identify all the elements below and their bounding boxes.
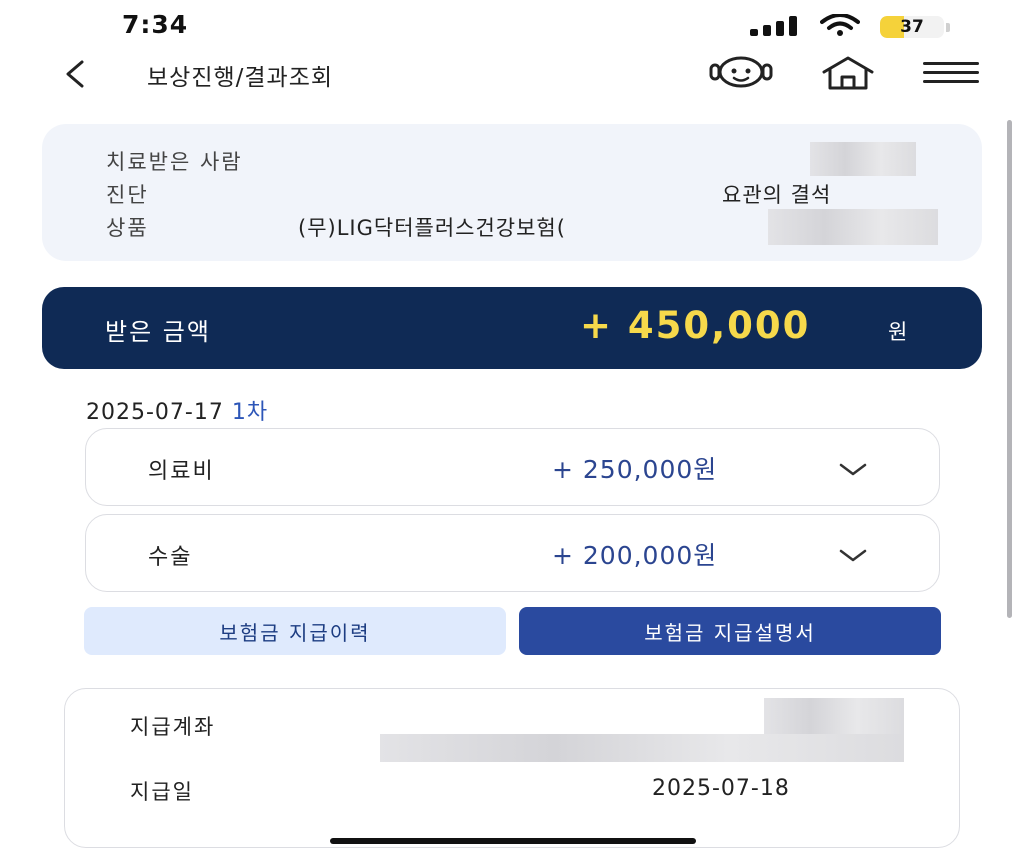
- payment-history-button[interactable]: 보험금 지급이력: [84, 607, 506, 655]
- back-chevron-icon[interactable]: [58, 58, 90, 90]
- pay-date-label: 지급일: [130, 780, 194, 804]
- battery-indicator: 37: [880, 14, 952, 38]
- benefit-item-amount: + 250,000원: [552, 455, 718, 484]
- product-label: 상품: [106, 216, 149, 240]
- diagnosis-label: 진단: [106, 183, 149, 207]
- home-icon[interactable]: [820, 56, 876, 90]
- account-number-redacted: [380, 734, 904, 762]
- home-indicator[interactable]: [330, 838, 696, 844]
- status-time: 7:34: [122, 10, 189, 39]
- chevron-down-icon[interactable]: [838, 462, 868, 478]
- benefit-item-surgery[interactable]: [85, 514, 940, 592]
- received-amount-label: 받은 금액: [105, 318, 211, 346]
- benefit-item-label: 의료비: [148, 459, 215, 484]
- chatbot-icon[interactable]: [708, 56, 774, 90]
- battery-level: 37: [900, 17, 924, 37]
- payment-statement-button[interactable]: 보험금 지급설명서: [519, 607, 941, 655]
- benefit-item-amount: + 200,000원: [552, 541, 718, 570]
- patient-name-redacted: [810, 142, 916, 176]
- wifi-icon: [820, 14, 860, 36]
- received-amount-unit: 원: [888, 320, 908, 344]
- cellular-signal-icon: [750, 16, 797, 36]
- account-label: 지급계좌: [130, 715, 216, 739]
- payout-date-row: 2025-07-17 1차: [86, 394, 268, 426]
- pay-date-value: 2025-07-18: [652, 776, 790, 801]
- scrollbar[interactable]: [1007, 120, 1012, 618]
- page-title: 보상진행/결과조회: [147, 65, 334, 91]
- payout-round: 1차: [231, 400, 269, 425]
- patient-label: 치료받은 사람: [106, 150, 243, 174]
- received-amount-value: + 450,000: [580, 304, 811, 347]
- payout-date: 2025-07-17: [86, 400, 224, 425]
- product-name-redacted: [768, 209, 938, 245]
- account-bank-redacted: [764, 698, 904, 734]
- benefit-item-label: 수술: [148, 545, 193, 570]
- chevron-down-icon[interactable]: [838, 548, 868, 564]
- menu-icon[interactable]: [922, 56, 980, 90]
- diagnosis-value: 요관의 결석: [722, 183, 832, 207]
- product-value: (무)LIG닥터플러스건강보험(: [298, 216, 566, 240]
